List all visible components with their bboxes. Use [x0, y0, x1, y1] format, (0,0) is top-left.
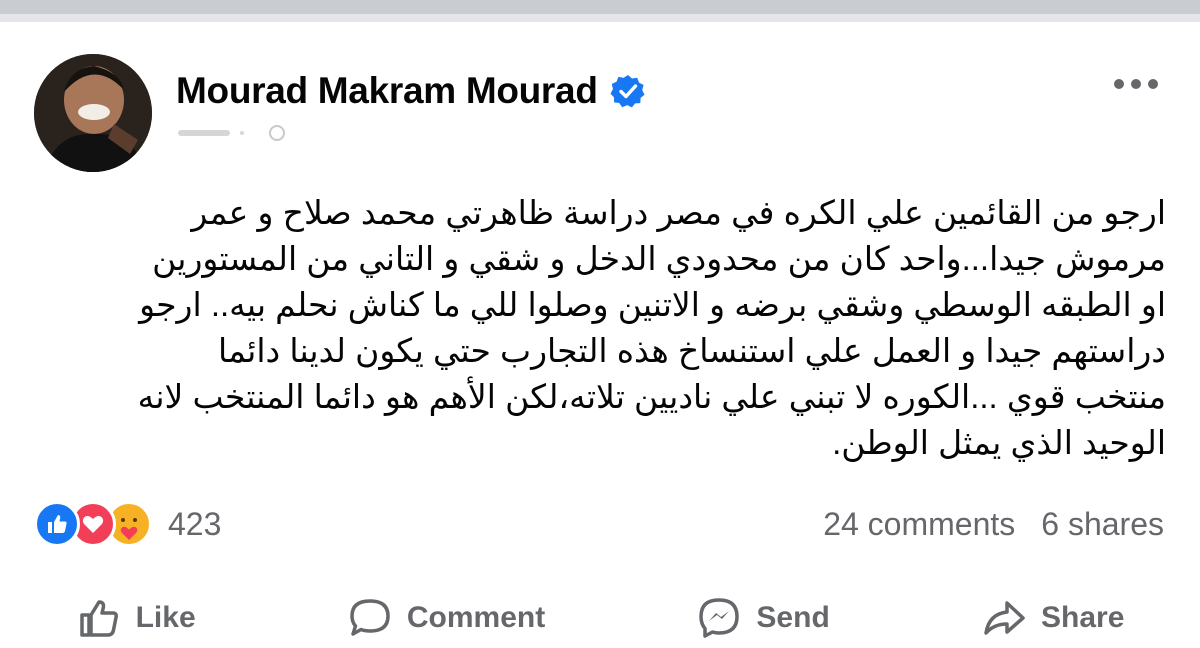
thumbs-up-icon	[79, 600, 118, 637]
comments-count-link[interactable]: 24 comments	[823, 506, 1015, 543]
like-button[interactable]: Like	[76, 595, 196, 641]
messenger-icon	[699, 598, 740, 638]
more-dots-icon	[1114, 79, 1158, 89]
author-avatar[interactable]	[34, 54, 152, 172]
verified-badge-icon	[610, 75, 645, 108]
post-action-bar: Like Comment Send Share	[0, 588, 1200, 648]
like-icon	[34, 501, 80, 547]
avatar-photo	[34, 54, 152, 172]
top-divider	[0, 0, 1200, 22]
post-body-text: ارجو من القائمين علي الكره في مصر دراسة …	[137, 194, 1166, 461]
send-label: Send	[756, 601, 830, 634]
shares-count-link[interactable]: 6 shares	[1041, 506, 1164, 543]
like-label: Like	[135, 601, 196, 634]
engagement-stats: 24 comments 6 shares	[823, 500, 1164, 548]
send-button[interactable]: Send	[696, 595, 830, 641]
share-label: Share	[1041, 601, 1125, 634]
more-options-button[interactable]	[1108, 64, 1164, 104]
author-name[interactable]: Mourad Makram Mourad	[176, 70, 598, 112]
post-header: Mourad Makram Mourad	[176, 66, 646, 116]
share-button[interactable]: Share	[981, 595, 1124, 641]
reactions-summary[interactable]: 423	[34, 500, 221, 548]
audience-globe-icon	[269, 125, 285, 141]
comment-button[interactable]: Comment	[347, 595, 545, 641]
comment-label: Comment	[406, 601, 546, 634]
comment-bubble-icon	[350, 599, 390, 636]
post-meta	[178, 122, 288, 144]
share-arrow-icon	[984, 601, 1025, 635]
timestamp-blur	[178, 130, 244, 136]
reaction-count: 423	[168, 505, 222, 542]
